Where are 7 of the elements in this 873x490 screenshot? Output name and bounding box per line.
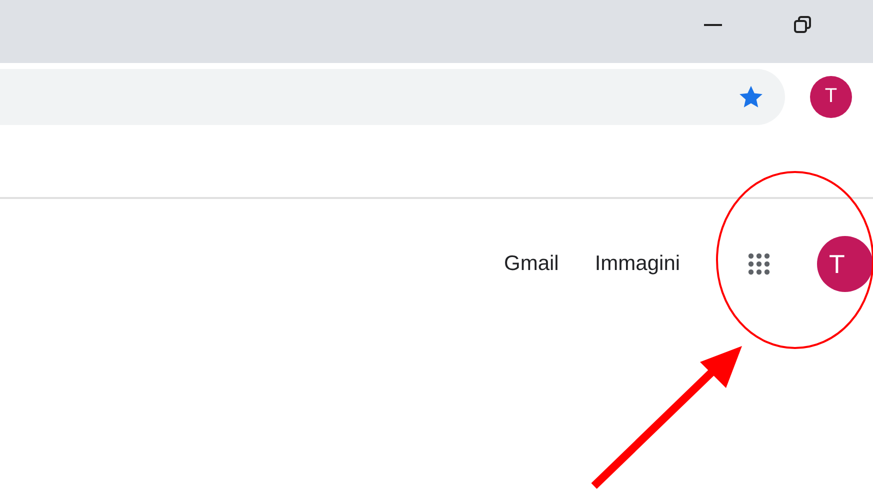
account-avatar[interactable]: T — [817, 236, 873, 292]
grid-icon — [746, 252, 771, 276]
restore-icon — [792, 14, 814, 36]
header-link[interactable]: Gmail — [504, 252, 559, 276]
profile-avatar[interactable]: T — [810, 76, 852, 118]
header-link[interactable]: Immagini — [594, 252, 680, 276]
minimize-icon — [704, 24, 722, 26]
